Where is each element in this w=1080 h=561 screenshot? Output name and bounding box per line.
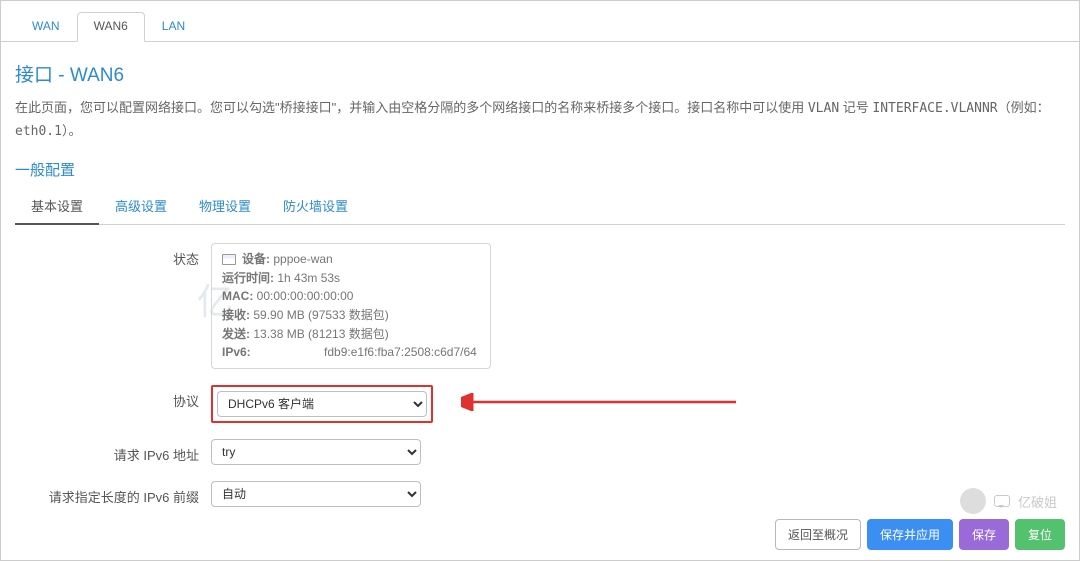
page-description: 在此页面，您可以配置网络接口。您可以勾选"桥接接口"，并输入由空格分隔的多个网络… [15,97,1065,143]
subtab-physical[interactable]: 物理设置 [183,190,267,224]
interface-icon [222,254,236,265]
save-apply-button[interactable]: 保存并应用 [867,519,953,550]
row-status: 状态 设备: pppoe-wan 运行时间: 1h 43m 53s MAC: 0… [15,243,1065,369]
label-protocol: 协议 [15,385,211,410]
subtab-basic[interactable]: 基本设置 [15,190,99,225]
status-uptime-label: 运行时间: [222,271,274,285]
label-req-addr: 请求 IPv6 地址 [15,439,211,464]
section-general-cfg: 一般配置 [15,159,1065,180]
protocol-highlight: DHCPv6 客户端 [211,385,433,423]
vlan-token: VLAN [808,101,839,116]
status-uptime-value: 1h 43m 53s [277,271,340,285]
protocol-select[interactable]: DHCPv6 客户端 [217,391,427,417]
status-mac-label: MAC: [222,289,253,303]
tab-wan[interactable]: WAN [15,12,77,42]
tab-lan[interactable]: LAN [145,12,202,42]
eth-token: eth0.1 [15,124,62,139]
status-device-label: 设备: [242,252,270,266]
desc-text: 在此页面，您可以配置网络接口。您可以勾选"桥接接口"，并输入由空格分隔的多个网络… [15,100,808,115]
interface-tabs: WAN WAN6 LAN [1,1,1079,42]
label-req-prefix: 请求指定长度的 IPv6 前缀 [15,481,211,506]
status-ipv6-value: fdb9:e1f6:fba7:2508:c6d7/64 [324,345,477,359]
status-rx-label: 接收: [222,308,250,322]
subtab-advanced[interactable]: 高级设置 [99,190,183,224]
annotation-arrow-icon [461,393,741,411]
config-subtabs: 基本设置 高级设置 物理设置 防火墙设置 [15,190,1065,225]
tab-wan6[interactable]: WAN6 [77,12,145,42]
status-box: 设备: pppoe-wan 运行时间: 1h 43m 53s MAC: 00:0… [211,243,491,369]
status-device-value: pppoe-wan [273,252,332,266]
reset-button[interactable]: 复位 [1015,519,1065,550]
desc-text-3: （例如： [998,100,1050,115]
row-protocol: 协议 DHCPv6 客户端 [15,385,1065,423]
iface-token: INTERFACE.VLANNR [872,101,997,116]
req-addr-select[interactable]: try [211,439,421,465]
status-rx-value: 59.90 MB (97533 数据包) [253,308,388,322]
footer-actions: 返回至概况 保存并应用 保存 复位 [775,519,1065,550]
status-tx-label: 发送: [222,327,250,341]
subtab-firewall[interactable]: 防火墙设置 [267,190,364,224]
status-ipv6-label: IPv6: [222,345,251,359]
status-mac-value: 00:00:00:00:00:00 [257,289,354,303]
row-req-prefix: 请求指定长度的 IPv6 前缀 自动 [15,481,1065,507]
save-button[interactable]: 保存 [959,519,1009,550]
desc-text-2: 记号 [839,100,872,115]
req-prefix-select[interactable]: 自动 [211,481,421,507]
page-title: 接口 - WAN6 [15,60,1065,87]
back-button[interactable]: 返回至概况 [775,519,861,550]
desc-text-4: ）。 [62,123,82,138]
status-tx-value: 13.38 MB (81213 数据包) [253,327,388,341]
row-req-addr: 请求 IPv6 地址 try [15,439,1065,465]
label-status: 状态 [15,243,211,268]
